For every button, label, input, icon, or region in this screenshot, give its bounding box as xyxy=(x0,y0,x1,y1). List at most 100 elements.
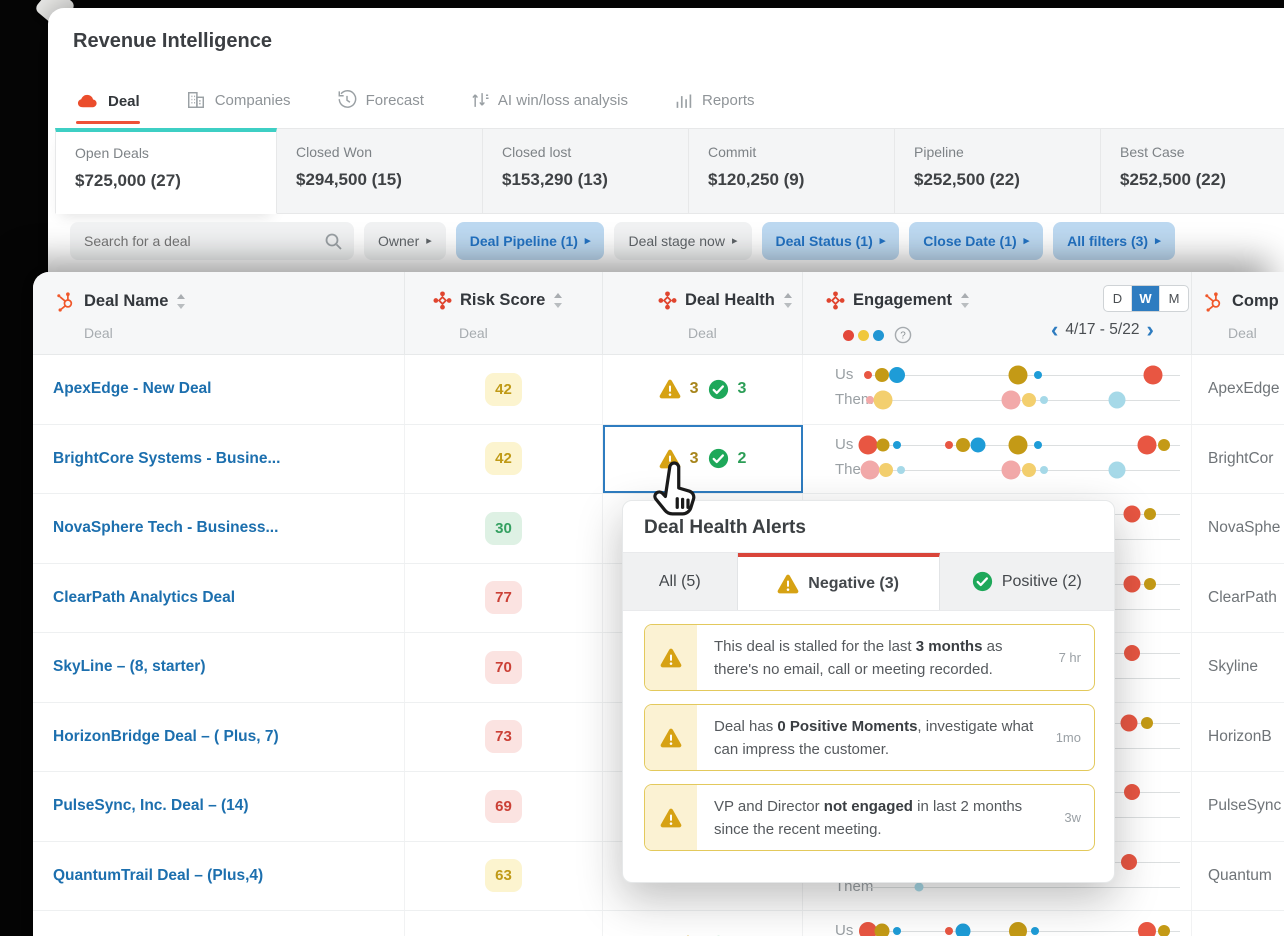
engagement-dot xyxy=(1141,716,1153,729)
chip-label: Owner xyxy=(378,233,420,249)
toggle-w[interactable]: W xyxy=(1132,286,1160,311)
sort-icon[interactable] xyxy=(783,292,793,309)
popup-tab-negative-3-[interactable]: Negative (3) xyxy=(737,553,940,610)
engagement-dot xyxy=(955,923,970,936)
engagement-us-label: Us xyxy=(835,366,854,383)
warn-icon xyxy=(777,574,799,594)
deal-health-cell[interactable]: 32 xyxy=(603,424,803,493)
engagement-us-label: Us xyxy=(835,435,854,453)
deal-name-link[interactable]: NovaSphere Tech - Business... xyxy=(53,519,278,537)
column-subtitle: Deal xyxy=(84,325,113,341)
summary-card-commit[interactable]: Commit $120,250 (9) xyxy=(689,128,895,214)
summary-card-pipeline[interactable]: Pipeline $252,500 (22) xyxy=(895,128,1101,214)
deal-name-link[interactable]: SkyLine – (8, starter) xyxy=(53,658,205,676)
engagement-dot xyxy=(892,440,901,449)
summary-card-closed-won[interactable]: Closed Won $294,500 (15) xyxy=(277,128,483,214)
engagement-dot xyxy=(914,882,924,891)
deal-health-alerts-popup: Deal Health Alerts All (5) Negative (3) Po… xyxy=(622,500,1115,883)
filter-chip-deal-pipeline-1-[interactable]: Deal Pipeline (1) ▸ xyxy=(455,222,605,260)
engagement-dot xyxy=(1001,390,1020,410)
column-subtitle: Deal xyxy=(459,325,488,341)
nav-tab-companies[interactable]: Companies xyxy=(186,90,291,124)
risk-score-badge: 70 xyxy=(485,650,522,684)
engagement-track xyxy=(865,390,1180,410)
card-label: Best Case xyxy=(1120,144,1185,160)
risk-score-cell: 69 xyxy=(405,772,603,841)
deal-name-link[interactable]: PulseSync, Inc. Deal – (14) xyxy=(53,797,249,815)
check-icon xyxy=(708,379,729,400)
engagement-dot xyxy=(1021,393,1036,407)
engagement-dot xyxy=(865,396,874,404)
engagement-dot xyxy=(1123,575,1141,592)
engagement-dot xyxy=(1039,396,1048,404)
chevron-right-icon[interactable]: › xyxy=(1146,319,1153,341)
nav-tab-reports[interactable]: Reports xyxy=(674,91,755,124)
summary-card-best-case[interactable]: Best Case $252,500 (22) xyxy=(1101,128,1284,214)
alert-card: This deal is stalled for the last 3 mont… xyxy=(644,624,1095,691)
positive-count: 2 xyxy=(737,449,747,467)
filter-chip-all-filters-3-[interactable]: All filters (3) ▸ xyxy=(1053,222,1175,260)
engagement-track xyxy=(868,882,1180,891)
nav-tab-deal[interactable]: Deal xyxy=(76,92,140,124)
engagement-dot xyxy=(879,462,893,477)
risk-score-badge: 30 xyxy=(485,511,522,545)
sort-icon[interactable] xyxy=(960,292,970,309)
deal-health-cell[interactable] xyxy=(603,911,803,936)
engagement-dot xyxy=(1143,365,1163,385)
column-title: Engagement xyxy=(853,291,953,309)
alert-warning-strip xyxy=(645,625,697,690)
company-cell: PulseSync xyxy=(1208,797,1282,815)
sort-icon[interactable] xyxy=(553,292,563,309)
search-input[interactable] xyxy=(70,222,354,260)
summary-cards: Open Deals $725,000 (27) Closed Won $294,50… xyxy=(55,128,1284,214)
period-toggle: DWM xyxy=(1103,285,1189,312)
card-value: $252,500 (22) xyxy=(914,170,1020,189)
nav-tab-forecast[interactable]: Forecast xyxy=(337,90,424,124)
deal-health-cell[interactable]: 33 xyxy=(603,355,803,424)
engagement-dot xyxy=(864,371,872,379)
engagement-dot xyxy=(1033,440,1042,449)
hubspot-icon xyxy=(1203,291,1224,312)
deal-name-link[interactable]: QuantumTrail Deal – (Plus,4) xyxy=(53,867,263,885)
summary-card-open-deals[interactable]: Open Deals $725,000 (27) xyxy=(55,128,277,214)
summary-card-closed-lost[interactable]: Closed lost $153,290 (13) xyxy=(483,128,689,214)
column-header-engagement[interactable]: Engagement ? DWM ‹ 4/17 - 5/22 › xyxy=(803,272,1192,354)
column-header-company[interactable]: Comp Deal xyxy=(1192,272,1284,354)
deal-name-cell: BrightCore Systems - Busine... xyxy=(33,424,405,493)
deal-search xyxy=(70,222,354,260)
deal-name-link[interactable]: ClearPath Analytics Deal xyxy=(53,589,235,607)
filter-chip-owner[interactable]: Owner ▸ xyxy=(364,222,446,260)
filter-chip-close-date-1-[interactable]: Close Date (1) ▸ xyxy=(909,222,1044,260)
popup-tab-positive-2-[interactable]: Positive (2) xyxy=(940,553,1114,610)
toggle-d[interactable]: D xyxy=(1104,286,1132,311)
column-header-risk-score[interactable]: Risk Score Deal xyxy=(405,272,603,354)
column-title: Deal Health xyxy=(685,291,775,309)
sort-icon[interactable] xyxy=(176,293,186,310)
engagement-dot xyxy=(897,465,905,474)
column-header-deal-health[interactable]: Deal Health Deal xyxy=(603,272,803,354)
reports-icon xyxy=(674,91,693,110)
filter-chip-deal-stage-now[interactable]: Deal stage now ▸ xyxy=(614,222,752,260)
toggle-m[interactable]: M xyxy=(1160,286,1188,311)
card-label: Pipeline xyxy=(914,144,964,160)
risk-score-badge: 42 xyxy=(485,442,522,476)
deal-name-link[interactable]: HorizonBridge Deal – ( Plus, 7) xyxy=(53,728,279,746)
check-icon xyxy=(708,448,729,469)
filter-chip-deal-status-1-[interactable]: Deal Status (1) ▸ xyxy=(761,222,900,260)
card-value: $120,250 (9) xyxy=(708,170,805,189)
popup-tab-all-5-[interactable]: All (5) xyxy=(623,553,738,610)
chip-label: Deal stage now xyxy=(628,233,725,249)
risk-score-cell: 70 xyxy=(405,633,603,702)
engagement-dot xyxy=(1033,371,1042,379)
deal-name-link[interactable]: ApexEdge - New Deal xyxy=(53,380,212,398)
engagement-dot xyxy=(888,367,905,383)
help-icon[interactable]: ? xyxy=(894,326,912,344)
deal-name-link[interactable]: BrightCore Systems - Busine... xyxy=(53,450,280,468)
nav-tab-ai-win-loss-analysis[interactable]: AI win/loss analysis xyxy=(470,90,628,124)
engagement-us-line: Us xyxy=(803,363,1191,387)
engagement-dot xyxy=(858,435,878,454)
engagement-dot xyxy=(955,437,970,452)
column-header-deal-name[interactable]: Deal Name Deal xyxy=(33,272,405,354)
chevron-left-icon[interactable]: ‹ xyxy=(1051,319,1058,341)
chip-label: Deal Pipeline (1) xyxy=(469,233,578,249)
